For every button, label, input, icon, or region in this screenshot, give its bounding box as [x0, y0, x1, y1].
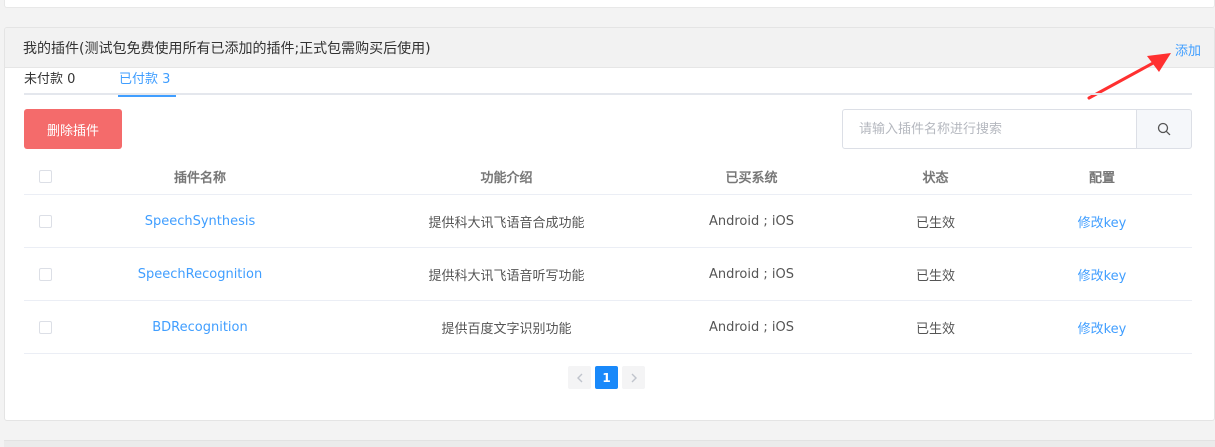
search-icon	[1157, 122, 1171, 136]
panel-title: 我的插件(测试包免费使用所有已添加的插件;正式包需购买后使用)	[23, 41, 431, 57]
row-checkbox[interactable]	[38, 267, 52, 281]
column-header-systems: 已买系统	[725, 170, 778, 186]
next-page-button[interactable]	[622, 366, 645, 389]
plugin-status: 已生效	[915, 215, 955, 231]
plugin-description: 提供科大讯飞语音合成功能	[428, 215, 585, 231]
tab-paid[interactable]: 已付款 3	[117, 68, 177, 97]
plugin-name-link[interactable]: SpeechSynthesis	[66, 195, 334, 247]
chevron-left-icon	[576, 373, 582, 382]
chevron-right-icon	[631, 373, 637, 382]
payment-tabs: 未付款 0 已付款 3	[24, 68, 1192, 97]
add-plugin-link[interactable]: 添加	[1175, 40, 1201, 59]
plugin-name-link[interactable]: BDRecognition	[66, 301, 334, 353]
edit-key-link[interactable]: 修改key	[1047, 195, 1157, 247]
plugin-description: 提供百度文字识别功能	[441, 321, 572, 337]
edit-key-link[interactable]: 修改key	[1047, 301, 1157, 353]
column-header-description: 功能介绍	[480, 170, 533, 186]
row-checkbox[interactable]	[38, 320, 52, 334]
panel-header: 我的插件(测试包免费使用所有已添加的插件;正式包需购买后使用) 添加	[5, 28, 1214, 68]
next-panel-edge	[4, 440, 1215, 447]
row-checkbox[interactable]	[38, 214, 52, 228]
plugin-systems: Android ; iOS	[708, 266, 794, 282]
prev-page-button[interactable]	[568, 366, 591, 389]
tab-unpaid[interactable]: 未付款 0	[24, 68, 75, 95]
select-all-checkbox[interactable]	[38, 169, 52, 183]
plugin-status: 已生效	[915, 321, 955, 337]
column-header-name: 插件名称	[173, 170, 226, 186]
plugin-systems: Android ; iOS	[708, 319, 794, 335]
table-row: SpeechRecognition 提供科大讯飞语音听写功能 Android ;…	[24, 248, 1192, 301]
plugin-name-link[interactable]: SpeechRecognition	[66, 248, 334, 300]
plugin-status: 已生效	[915, 268, 955, 284]
pagination: 1	[568, 366, 645, 389]
plugin-systems: Android ; iOS	[708, 213, 794, 229]
edit-key-link[interactable]: 修改key	[1047, 248, 1157, 300]
plugin-description: 提供科大讯飞语音听写功能	[428, 268, 585, 284]
plugin-search-input[interactable]	[842, 109, 1137, 149]
page-number-button[interactable]: 1	[595, 366, 618, 389]
column-header-status: 状态	[922, 170, 949, 186]
plugin-table: 插件名称 功能介绍 已买系统 状态 配置 SpeechSynthesis 提供科…	[24, 158, 1192, 354]
column-header-config: 配置	[1088, 170, 1115, 186]
delete-plugin-button[interactable]: 删除插件	[24, 109, 122, 149]
search-button[interactable]	[1136, 109, 1192, 149]
table-header-row: 插件名称 功能介绍 已买系统 状态 配置	[24, 158, 1192, 195]
table-row: SpeechSynthesis 提供科大讯飞语音合成功能 Android ; i…	[24, 195, 1192, 248]
table-row: BDRecognition 提供百度文字识别功能 Android ; iOS 已…	[24, 301, 1192, 354]
previous-panel-edge	[4, 0, 1215, 8]
